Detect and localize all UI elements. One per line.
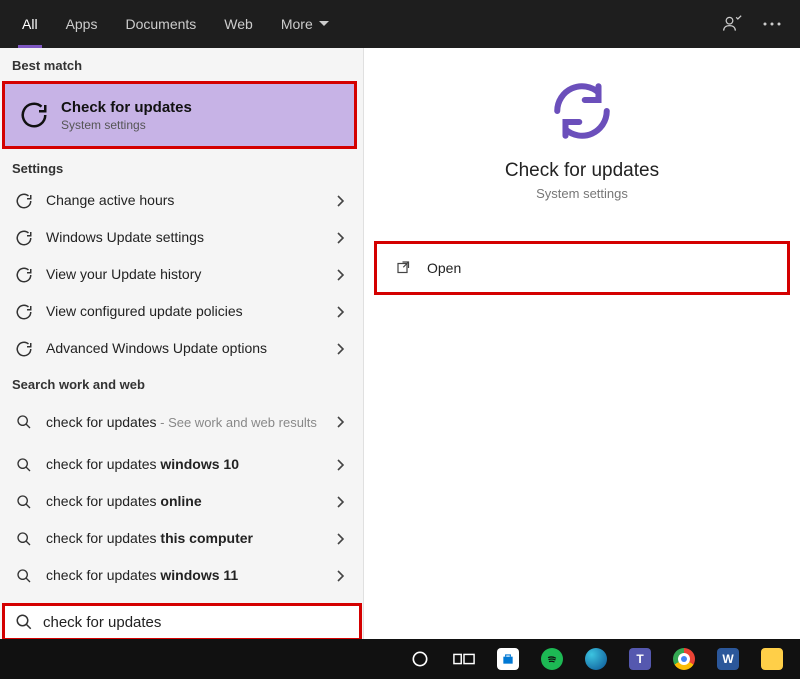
- settings-item-label: View your Update history: [46, 266, 331, 283]
- chevron-right-icon: [331, 570, 351, 582]
- search-suggestion[interactable]: check for updates windows 11: [0, 557, 363, 594]
- settings-item-label: Advanced Windows Update options: [46, 340, 331, 357]
- best-match-title: Check for updates: [61, 99, 192, 116]
- detail-panel: Check for updates System settings Open: [364, 48, 800, 639]
- tab-web[interactable]: Web: [210, 0, 267, 48]
- refresh-icon: [17, 98, 51, 132]
- taskbar-store-icon[interactable]: [486, 639, 530, 679]
- taskbar-chrome-icon[interactable]: [662, 639, 706, 679]
- chevron-right-icon: [331, 232, 351, 244]
- search-icon: [12, 564, 36, 588]
- tab-apps[interactable]: Apps: [52, 0, 112, 48]
- best-match-subtitle: System settings: [61, 118, 192, 132]
- search-suggestion[interactable]: check for updates online: [0, 483, 363, 520]
- settings-item[interactable]: Windows Update settings: [0, 219, 363, 256]
- search-suggestion-label: check for updates online: [46, 493, 331, 510]
- settings-item[interactable]: Change active hours: [0, 182, 363, 219]
- search-suggestion[interactable]: check for updates - See work and web res…: [0, 398, 363, 446]
- tab-all[interactable]: All: [8, 0, 52, 48]
- refresh-icon: [12, 226, 36, 250]
- chevron-right-icon: [331, 416, 351, 428]
- detail-title: Check for updates: [505, 160, 659, 182]
- taskbar-cortana-icon[interactable]: [398, 639, 442, 679]
- search-suggestion-label: check for updates this computer: [46, 530, 331, 547]
- chevron-right-icon: [331, 269, 351, 281]
- search-input[interactable]: [43, 614, 349, 631]
- chevron-down-icon: [319, 21, 329, 27]
- open-label: Open: [427, 260, 461, 276]
- section-best-match: Best match: [0, 48, 363, 79]
- search-box[interactable]: [2, 603, 362, 641]
- chevron-right-icon: [331, 533, 351, 545]
- section-search: Search work and web: [0, 367, 363, 398]
- search-suggestion-label: check for updates - See work and web res…: [46, 414, 331, 431]
- search-suggestion-label: check for updates windows 11: [46, 567, 331, 584]
- taskbar-edge-icon[interactable]: [574, 639, 618, 679]
- tab-documents[interactable]: Documents: [111, 0, 210, 48]
- refresh-icon: [12, 189, 36, 213]
- taskbar-taskview-icon[interactable]: [442, 639, 486, 679]
- settings-item-label: Windows Update settings: [46, 229, 331, 246]
- refresh-icon: [12, 263, 36, 287]
- search-icon: [12, 410, 36, 434]
- settings-item-label: Change active hours: [46, 192, 331, 209]
- refresh-icon: [547, 76, 617, 146]
- chevron-right-icon: [331, 459, 351, 471]
- tab-more[interactable]: More: [267, 0, 343, 48]
- chevron-right-icon: [331, 306, 351, 318]
- best-match-item[interactable]: Check for updates System settings: [2, 81, 357, 149]
- search-suggestion-label: check for updates windows 10: [46, 456, 331, 473]
- chevron-right-icon: [331, 195, 351, 207]
- search-suggestion[interactable]: check for updates windows 10: [0, 446, 363, 483]
- open-icon: [395, 259, 413, 277]
- settings-item-label: View configured update policies: [46, 303, 331, 320]
- search-icon: [15, 613, 33, 631]
- results-panel: Best match Check for updates System sett…: [0, 48, 364, 639]
- settings-item[interactable]: Advanced Windows Update options: [0, 330, 363, 367]
- search-header: All Apps Documents Web More: [0, 0, 800, 48]
- search-icon: [12, 453, 36, 477]
- settings-item[interactable]: View configured update policies: [0, 293, 363, 330]
- refresh-icon: [12, 337, 36, 361]
- more-options-icon[interactable]: [752, 0, 792, 48]
- feedback-icon[interactable]: [712, 0, 752, 48]
- chevron-right-icon: [331, 496, 351, 508]
- search-icon: [12, 527, 36, 551]
- section-settings: Settings: [0, 151, 363, 182]
- taskbar: T W: [0, 639, 800, 679]
- open-button[interactable]: Open: [374, 241, 790, 295]
- taskbar-word-icon[interactable]: W: [706, 639, 750, 679]
- taskbar-spotify-icon[interactable]: [530, 639, 574, 679]
- chevron-right-icon: [331, 343, 351, 355]
- search-icon: [12, 490, 36, 514]
- refresh-icon: [12, 300, 36, 324]
- search-suggestion[interactable]: check for updates this computer: [0, 520, 363, 557]
- taskbar-explorer-icon[interactable]: [750, 639, 794, 679]
- detail-subtitle: System settings: [536, 186, 628, 201]
- settings-item[interactable]: View your Update history: [0, 256, 363, 293]
- taskbar-teams-icon[interactable]: T: [618, 639, 662, 679]
